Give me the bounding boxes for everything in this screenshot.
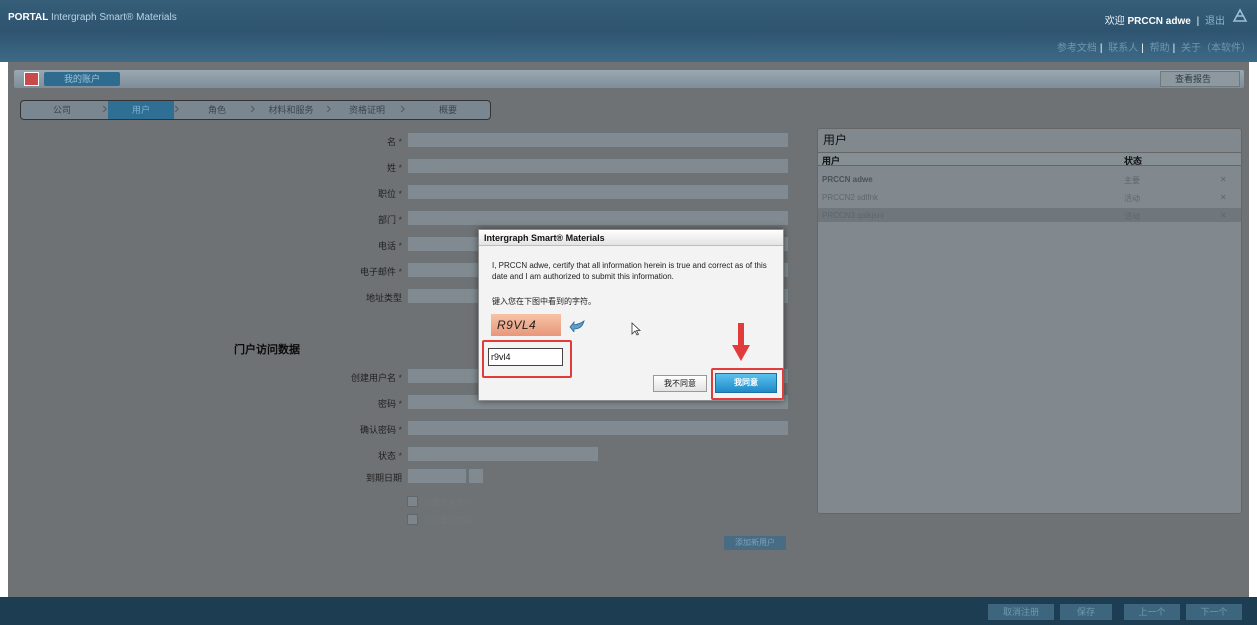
dialog-message: I, PRCCN adwe, certify that all informat… xyxy=(492,261,767,281)
job-title-field[interactable]: afsofn xyxy=(407,184,789,200)
logout-link[interactable]: 退出 xyxy=(1205,16,1225,27)
account-bar xyxy=(14,70,1244,88)
first-name-field[interactable]: PRCCN3 xyxy=(407,132,789,148)
user-name: PRCCN3 qalkjsnl xyxy=(822,211,884,220)
welcome-label: 欢迎 xyxy=(1104,16,1125,27)
status-column-header: 状态 xyxy=(1124,156,1143,166)
delete-icon[interactable]: ✕ xyxy=(1220,193,1227,202)
docs-link[interactable]: 参考文档 xyxy=(1057,43,1097,54)
view-report-dropdown[interactable]: 查看报告 xyxy=(1160,71,1240,87)
app-name: Intergraph Smart® Materials xyxy=(50,12,177,23)
user-list-header xyxy=(818,152,1241,166)
company-logo-icon xyxy=(1232,8,1248,22)
my-account-tab[interactable]: 我的账户 xyxy=(44,72,120,86)
portal-label: PORTAL xyxy=(8,12,49,23)
captcha-prompt: 键入您在下图中看到的字符。 xyxy=(492,297,596,306)
current-user: PRCCN adwe xyxy=(1127,16,1191,27)
welcome-area: 欢迎 PRCCN adwe | 退出 xyxy=(1105,12,1225,27)
arrow-down-icon xyxy=(732,323,750,361)
cancel-registration-button[interactable]: 取消注册 xyxy=(988,604,1054,620)
step-company[interactable]: 公司 xyxy=(22,101,102,119)
confirm-password-field[interactable]: ••••• xyxy=(407,420,789,436)
confirm-password-label: 确认密码 * xyxy=(359,425,402,435)
app-window: PORTAL Intergraph Smart® Materials 欢迎 PR… xyxy=(0,0,1257,625)
delete-icon[interactable]: ✕ xyxy=(1220,175,1227,184)
table-row[interactable] xyxy=(818,172,1241,186)
password-label: 密码 * xyxy=(377,399,402,409)
delete-icon[interactable]: ✕ xyxy=(1220,211,1227,220)
last-name-label: 姓 * xyxy=(386,163,402,173)
phone-label: 电话 * xyxy=(377,241,402,251)
captcha-image: R9VL4 xyxy=(491,314,561,336)
reset-password-label: 强制重设密码 xyxy=(424,516,472,525)
home-icon[interactable] xyxy=(24,72,39,86)
user-name: PRCCN adwe xyxy=(822,175,873,184)
previous-button[interactable]: 上一个 xyxy=(1124,604,1180,620)
username-label: 创建用户名 * xyxy=(350,373,402,383)
help-link[interactable]: 帮助 xyxy=(1150,43,1170,54)
separator: | xyxy=(1196,16,1200,27)
user-status: 主要 xyxy=(1124,176,1140,185)
portal-access-title: 门户访问数据 xyxy=(234,344,300,356)
first-name-label: 名 * xyxy=(386,137,402,147)
contacts-link[interactable]: 联系人 xyxy=(1108,43,1138,54)
dialog-title: Intergraph Smart® Materials xyxy=(479,230,783,246)
job-title-label: 职位 * xyxy=(377,189,402,199)
refresh-captcha-icon[interactable] xyxy=(569,320,585,332)
table-row[interactable] xyxy=(818,190,1241,204)
email-label: 电子邮件 * xyxy=(359,267,402,277)
captcha-input-highlight xyxy=(482,340,572,378)
step-role[interactable]: 角色 xyxy=(184,101,250,119)
app-header: PORTAL Intergraph Smart® Materials 欢迎 PR… xyxy=(0,0,1257,62)
address-type-label: 地址类型 xyxy=(365,293,402,303)
agree-button-highlight xyxy=(711,368,784,400)
user-column-header: 用户 xyxy=(822,156,841,166)
step-user[interactable]: 用户 xyxy=(108,101,174,119)
user-status: 活动 xyxy=(1124,194,1140,203)
status-select[interactable]: 活动 xyxy=(407,446,599,462)
mouse-cursor-icon xyxy=(631,322,641,336)
set-primary-checkbox[interactable] xyxy=(407,496,418,507)
step-qualification[interactable]: 资格证明 xyxy=(334,101,400,119)
top-links: 参考文档 | 联系人 | 帮助 | 关于（本软件） xyxy=(1056,43,1251,54)
save-button[interactable]: 保存 xyxy=(1060,604,1112,620)
user-list-title: 用户 xyxy=(823,133,848,147)
department-label: 部门 * xyxy=(377,215,402,225)
reset-password-checkbox[interactable] xyxy=(407,514,418,525)
step-summary[interactable]: 概要 xyxy=(408,101,488,119)
about-link[interactable]: 关于（本软件） xyxy=(1181,43,1251,54)
last-name-field[interactable]: qalkjsnl xyxy=(407,158,789,174)
set-primary-label: 设置为主用户 xyxy=(424,498,472,507)
step-materials[interactable]: 材料和服务 xyxy=(256,101,326,119)
add-user-button[interactable]: 添加新用户 xyxy=(724,536,786,550)
user-status: 活动 xyxy=(1124,212,1140,221)
department-field[interactable]: afsodfin1 xyxy=(407,210,789,226)
next-button[interactable]: 下一个 xyxy=(1186,604,1242,620)
calendar-icon[interactable] xyxy=(468,468,484,484)
status-label: 状态 * xyxy=(377,451,402,461)
expiry-date-label: 到期日期 xyxy=(365,473,402,483)
brand-title: PORTAL Intergraph Smart® Materials xyxy=(8,12,177,23)
user-name: PRCCN2 sdlfnk xyxy=(822,193,879,202)
expiry-date-field[interactable] xyxy=(407,468,467,484)
disagree-button[interactable]: 我不同意 xyxy=(653,375,707,392)
